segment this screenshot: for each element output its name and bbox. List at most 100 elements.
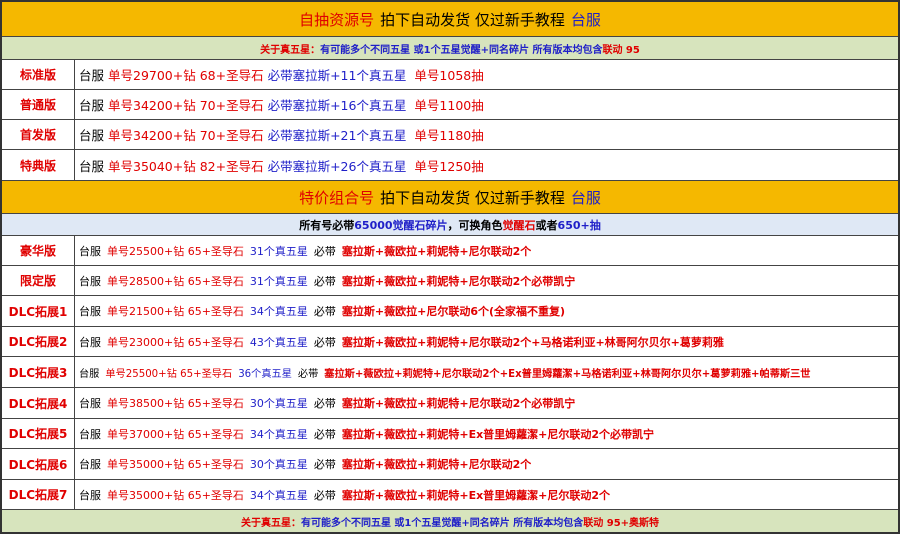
stars: 30个真五星	[249, 458, 308, 471]
price: 单号34200+钻 70+圣导石	[108, 128, 264, 143]
footer-note: 关于真五星： 有可能多个不同五星 或1个五星觉醒+同名碎片 所有版本均包含 联动…	[2, 510, 898, 532]
section2-note-part: ，可换角色	[447, 218, 503, 232]
must-have: 必带	[313, 427, 336, 441]
server: 台服	[79, 397, 101, 410]
must-have: 必带	[313, 335, 336, 349]
chars: 必带塞拉斯+11个真五星	[267, 68, 407, 83]
server: 台服	[79, 128, 105, 143]
row-content: 台服 单号35040+钻 82+圣导石 必带塞拉斯+26个真五星 单号1250抽	[75, 156, 484, 175]
row-label: DLC拓展3	[2, 357, 75, 387]
row-label: 标准版	[2, 60, 75, 89]
server: 台服	[79, 458, 101, 471]
chars: 必带塞拉斯+21个真五星	[267, 128, 407, 143]
price: 单号34200+钻 70+圣导石	[108, 98, 264, 113]
price: 单号29700+钻 68+圣导石	[108, 68, 264, 83]
chars: 塞拉斯+薇欧拉+尼尔联动6个(全家福不重复)	[341, 305, 566, 318]
price: 单号25500+钻 65+圣导石	[105, 368, 233, 380]
table-row: DLC拓展4 台服 单号38500+钻 65+圣导石 30个真五星 必带 塞拉斯…	[2, 388, 898, 419]
stars: 34个真五星	[249, 305, 308, 318]
row-label: 限定版	[2, 266, 75, 295]
stars: 31个真五星	[249, 244, 308, 258]
table-row: DLC拓展1 台服 单号21500+钻 65+圣导石 34个真五星 必带 塞拉斯…	[2, 296, 898, 327]
must-have: 必带	[297, 368, 319, 380]
row-content: 台服 单号34200+钻 70+圣导石 必带塞拉斯+16个真五星 单号1100抽	[75, 95, 484, 114]
row-content: 台服 单号34200+钻 70+圣导石 必带塞拉斯+21个真五星 单号1180抽	[75, 125, 484, 144]
must-have: 必带	[313, 274, 336, 288]
row-label: DLC拓展5	[2, 419, 75, 448]
row-label: DLC拓展7	[2, 480, 75, 509]
footer-note-part: 有可能多个不同五星 或1个五星觉醒+同名碎片 所有版本均包含	[300, 517, 584, 529]
section1-header: 自抽资源号 拍下自动发货 仅过新手教程 台服	[2, 2, 898, 37]
price: 单号35040+钻 82+圣导石	[108, 158, 264, 174]
section1-note-part: 关于真五星：	[260, 44, 321, 56]
row-content: 台服 单号37000+钻 65+圣导石 34个真五星 必带 塞拉斯+薇欧拉+莉妮…	[75, 426, 654, 442]
server: 台服	[79, 368, 100, 380]
row-label: DLC拓展6	[2, 449, 75, 479]
table-row: 普通版 台服 单号34200+钻 70+圣导石 必带塞拉斯+16个真五星 单号1…	[2, 90, 898, 120]
chars: 塞拉斯+薇欧拉+莉妮特+尼尔联动2个+Ex普里姆蘿潔+马格诺利亚+林哥阿尔贝尔+…	[324, 368, 811, 380]
price: 单号23000+钻 65+圣导石	[107, 335, 244, 349]
footer-note-part: 关于真五星：	[240, 517, 301, 529]
stars: 36个真五星	[238, 368, 292, 380]
section2-header: 特价组合号 拍下自动发货 仅过新手教程 台服	[2, 181, 898, 214]
must-have: 必带	[313, 458, 336, 471]
table-row: DLC拓展6 台服 单号35000+钻 65+圣导石 30个真五星 必带 塞拉斯…	[2, 449, 898, 480]
table-row: 标准版 台服 单号29700+钻 68+圣导石 必带塞拉斯+11个真五星 单号1…	[2, 60, 898, 90]
table-row: DLC拓展5 台服 单号37000+钻 65+圣导石 34个真五星 必带 塞拉斯…	[2, 419, 898, 449]
stars: 43个真五星	[249, 335, 308, 349]
row-content: 台服 单号29700+钻 68+圣导石 必带塞拉斯+11个真五星 单号1058抽	[75, 65, 484, 84]
row-label: 首发版	[2, 120, 75, 149]
table-row: 限定版 台服 单号28500+钻 65+圣导石 31个真五星 必带 塞拉斯+薇欧…	[2, 266, 898, 296]
price-table: 自抽资源号 拍下自动发货 仅过新手教程 台服 关于真五星： 有可能多个不同五星 …	[0, 0, 900, 534]
section2-note: 所有号必带 65000觉醒石碎片 ，可换角色 觉醒石 或者 650+抽	[2, 214, 898, 236]
table-row: 豪华版 台服 单号25500+钻 65+圣导石 31个真五星 必带 塞拉斯+薇欧…	[2, 236, 898, 266]
pulls: 单号1180抽	[414, 128, 484, 143]
section2-note-part: 所有号必带	[299, 218, 355, 232]
pulls: 单号1250抽	[414, 158, 484, 174]
chars: 塞拉斯+薇欧拉+莉妮特+尼尔联动2个	[341, 458, 532, 471]
chars: 塞拉斯+薇欧拉+莉妮特+Ex普里姆蘿潔+尼尔联动2个必带凯宁	[341, 427, 655, 441]
price: 单号28500+钻 65+圣导石	[107, 274, 244, 288]
row-label: 豪华版	[2, 236, 75, 265]
row-content: 台服 单号35000+钻 65+圣导石 30个真五星 必带 塞拉斯+薇欧拉+莉妮…	[75, 456, 531, 472]
section2-note-part: 650+抽	[557, 218, 601, 232]
row-content: 台服 单号38500+钻 65+圣导石 30个真五星 必带 塞拉斯+薇欧拉+莉妮…	[75, 395, 575, 411]
price: 单号35000+钻 65+圣导石	[107, 458, 244, 471]
row-content: 台服 单号28500+钻 65+圣导石 31个真五星 必带 塞拉斯+薇欧拉+莉妮…	[75, 273, 575, 289]
stars: 31个真五星	[249, 274, 308, 288]
server: 台服	[79, 274, 101, 288]
server: 台服	[79, 335, 101, 349]
section2-title-black: 拍下自动发货 仅过新手教程	[380, 188, 565, 207]
section2-note-part: 觉醒石	[502, 218, 536, 232]
section1-note-part: 联动 95	[602, 44, 640, 56]
chars: 必带塞拉斯+26个真五星	[267, 158, 407, 174]
server: 台服	[79, 488, 101, 502]
row-label: DLC拓展2	[2, 327, 75, 356]
server: 台服	[79, 98, 105, 113]
chars: 塞拉斯+薇欧拉+莉妮特+尼尔联动2个必带凯宁	[341, 274, 576, 288]
pulls: 单号1058抽	[414, 68, 484, 83]
price: 单号21500+钻 65+圣导石	[107, 305, 244, 318]
row-content: 台服 单号21500+钻 65+圣导石 34个真五星 必带 塞拉斯+薇欧拉+尼尔…	[75, 303, 565, 319]
section1-note: 关于真五星： 有可能多个不同五星 或1个五星觉醒+同名碎片 所有版本均包含 联动…	[2, 37, 898, 60]
chars: 必带塞拉斯+16个真五星	[267, 98, 407, 113]
row-label: 特典版	[2, 150, 75, 180]
must-have: 必带	[313, 244, 336, 258]
row-label: DLC拓展4	[2, 388, 75, 418]
price: 单号25500+钻 65+圣导石	[107, 244, 244, 258]
must-have: 必带	[313, 488, 336, 502]
pulls: 单号1100抽	[414, 98, 484, 113]
must-have: 必带	[313, 305, 336, 318]
server: 台服	[79, 244, 101, 258]
server: 台服	[79, 305, 101, 318]
stars: 30个真五星	[249, 397, 308, 410]
server: 台服	[79, 68, 105, 83]
chars: 塞拉斯+薇欧拉+莉妮特+尼尔联动2个必带凯宁	[341, 397, 576, 410]
table-row: DLC拓展2 台服 单号23000+钻 65+圣导石 43个真五星 必带 塞拉斯…	[2, 327, 898, 357]
stars: 34个真五星	[249, 488, 308, 502]
price: 单号37000+钻 65+圣导石	[107, 427, 244, 441]
section2-title-blue: 台服	[570, 188, 601, 207]
section2-note-part: 65000觉醒石碎片	[354, 218, 448, 232]
chars: 塞拉斯+薇欧拉+莉妮特+尼尔联动2个+马格诺利亚+林哥阿尔贝尔+葛萝莉雅	[341, 335, 724, 349]
section1-title-blue: 台服	[570, 10, 601, 29]
